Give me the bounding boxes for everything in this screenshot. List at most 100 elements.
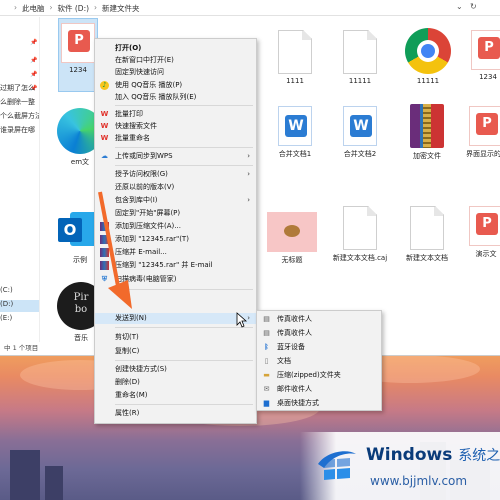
menu-item-open-new-window[interactable]: 在新窗口中打开(E)	[95, 55, 256, 66]
nav-item[interactable]: 个么截屏方法	[0, 111, 39, 121]
file-item[interactable]: P 1234	[468, 30, 500, 81]
submenu-item-documents[interactable]: ▯ 文档	[257, 355, 381, 368]
menu-item-qq-music-queue[interactable]: 加入 QQ音乐 播放队列(E)	[95, 92, 256, 103]
menu-item-send-to[interactable]: 发送到(N) ›	[95, 313, 256, 324]
file-item[interactable]: P 1234	[58, 18, 98, 92]
document-icon	[343, 206, 377, 250]
file-name: 11111	[416, 77, 440, 85]
menu-item-label: 添加到压缩文件(A)...	[115, 222, 181, 230]
menu-item-label: 压缩到 "12345.rar" 并 E-mail	[115, 261, 213, 269]
windows-logo-icon	[318, 451, 356, 480]
watermark-brand: Windows	[366, 445, 453, 465]
file-item[interactable]: 新建文本文档	[393, 206, 461, 263]
file-item[interactable]: P 演示文	[466, 206, 500, 259]
chevron-right-icon: ›	[247, 170, 250, 178]
nav-item-drive-c[interactable]: (C:)	[0, 286, 13, 294]
submenu-item-label: 邮件收件人	[277, 385, 312, 393]
documents-icon: ▯	[264, 357, 269, 365]
file-item[interactable]: W 合并文档2	[330, 106, 390, 159]
chevron-right-icon: ›	[247, 196, 250, 204]
nav-item-drive-d[interactable]: (D:)	[0, 300, 39, 312]
menu-item-open[interactable]: 打开(O)	[95, 43, 256, 54]
menu-item-copy[interactable]: 复制(C)	[95, 346, 256, 357]
winrar-icon	[100, 248, 109, 257]
pin-icon: 📌	[30, 39, 38, 46]
menu-item-label: 快速搜索文件	[115, 122, 157, 130]
file-item[interactable]: W 合并文档1	[265, 106, 325, 159]
pdf-icon: P	[61, 23, 95, 63]
file-item[interactable]: 1111	[270, 30, 320, 85]
submenu-item-fax[interactable]: ▤ 传真收件人	[257, 313, 381, 326]
breadcrumb-current-folder[interactable]: 新建文件夹	[102, 3, 140, 14]
file-item[interactable]: 加密文件	[398, 104, 456, 161]
refresh-icon[interactable]: ↻	[470, 2, 477, 11]
menu-item-add-archive[interactable]: 添加到压缩文件(A)...	[95, 221, 256, 232]
menu-item-scan-virus[interactable]: ⛨ 扫描病毒(电脑管家)	[95, 274, 256, 285]
menu-item-rename[interactable]: 重命名(M)	[95, 390, 256, 401]
submenu-item-zip-folder[interactable]: ▬ 压缩(zipped)文件夹	[257, 369, 381, 382]
status-bar: 中 1 个项目	[4, 344, 39, 352]
submenu-item-fax[interactable]: ▤ 传真收件人	[257, 327, 381, 340]
menu-separator	[115, 105, 253, 106]
menu-item-include-library[interactable]: 包含到库中(I) ›	[95, 195, 256, 206]
menu-item-restore-versions[interactable]: 还原以前的版本(V)	[95, 182, 256, 193]
file-item[interactable]: 11111	[335, 30, 385, 85]
wps-icon: W	[100, 122, 109, 130]
shield-icon: ⛨	[101, 275, 108, 283]
menu-item-upload-wps[interactable]: ☁ 上传或同步到WPS ›	[95, 151, 256, 162]
wps-icon: W	[100, 110, 109, 118]
fax-icon: ▤	[263, 315, 270, 323]
chevron-right-icon: ›	[247, 152, 250, 160]
file-item[interactable]: 11111	[400, 28, 456, 85]
menu-item-pin-start[interactable]: 固定到"开始"屏幕(P)	[95, 208, 256, 219]
file-item[interactable]: 新建文本文档.caj	[325, 206, 395, 263]
breadcrumb-drive-d[interactable]: 软件 (D:)	[58, 3, 90, 14]
menu-item-compress-email[interactable]: 压缩并 E-mail...	[95, 247, 256, 258]
menu-item-compress-rar-email[interactable]: 压缩到 "12345.rar" 并 E-mail	[95, 260, 256, 271]
nav-item[interactable]: 过期了怎么	[0, 83, 35, 93]
file-name: 合并文档1	[278, 150, 312, 158]
file-name: 11111	[348, 77, 372, 85]
breadcrumb-separator: ›	[14, 3, 17, 12]
menu-item-add-to-rar[interactable]: 添加到 "12345.rar"(T)	[95, 234, 256, 245]
dropdown-icon[interactable]: ⌄	[456, 2, 463, 11]
nav-item-drive-e[interactable]: (E:)	[0, 314, 12, 322]
submenu-item-bluetooth[interactable]: ᛒ 蓝牙设备	[257, 341, 381, 354]
desktop-icon: ▆	[263, 399, 270, 407]
menu-item-label: 添加到 "12345.rar"(T)	[115, 235, 189, 243]
menu-item-pin-quick-access[interactable]: 固定到快速访问	[95, 67, 256, 78]
address-bar[interactable]: › 此电脑 › 软件 (D:) › 新建文件夹 ⌄ ↻	[0, 0, 500, 16]
file-name: 1111	[286, 77, 304, 85]
pdf-icon: P	[471, 30, 500, 70]
file-item[interactable]: P 界面显示的解决方	[466, 106, 500, 159]
menu-item-quick-search[interactable]: W 快速搜索文件	[95, 121, 256, 132]
menu-separator	[115, 327, 253, 328]
breadcrumb-this-pc[interactable]: 此电脑	[22, 3, 45, 14]
winrar-icon	[410, 104, 444, 148]
menu-item-qq-music-play[interactable]: ♪ 使用 QQ音乐 播放(P)	[95, 80, 256, 91]
pdf-icon: P	[469, 206, 500, 246]
nav-item[interactable]: 谁录屏在哪	[0, 125, 35, 135]
menu-separator	[115, 360, 253, 361]
menu-item-create-shortcut[interactable]: 创建快捷方式(S)	[95, 364, 256, 375]
context-menu: 打开(O) 在新窗口中打开(E) 固定到快速访问 ♪ 使用 QQ音乐 播放(P)…	[94, 38, 257, 424]
file-item[interactable]: 无标题	[262, 212, 322, 265]
menu-item-batch-print[interactable]: W 批量打印	[95, 109, 256, 120]
menu-item-label: 批量打印	[115, 110, 143, 118]
menu-item-label: 使用 QQ音乐 播放(P)	[115, 81, 183, 89]
nav-item[interactable]: 么删除一整	[0, 97, 35, 107]
mail-icon: ✉	[263, 385, 270, 393]
document-icon	[343, 30, 377, 74]
menu-item-batch-rename[interactable]: W 批量重命名	[95, 133, 256, 144]
submenu-item-desktop[interactable]: ▆ 桌面快捷方式	[257, 397, 381, 410]
menu-item-properties[interactable]: 属性(R)	[95, 408, 256, 419]
menu-item-cut[interactable]: 剪切(T)	[95, 332, 256, 343]
word-icon: W	[278, 106, 312, 146]
file-name: 无标题	[281, 256, 303, 264]
submenu-item-mail[interactable]: ✉ 邮件收件人	[257, 383, 381, 396]
menu-item-delete[interactable]: 删除(D)	[95, 377, 256, 388]
qq-music-icon: ♪	[100, 81, 109, 90]
watermark: Windows 系统之家 www.bjjmlv.com	[300, 432, 500, 500]
image-icon	[267, 212, 317, 252]
menu-item-grant-access[interactable]: 授予访问权限(G) ›	[95, 169, 256, 180]
